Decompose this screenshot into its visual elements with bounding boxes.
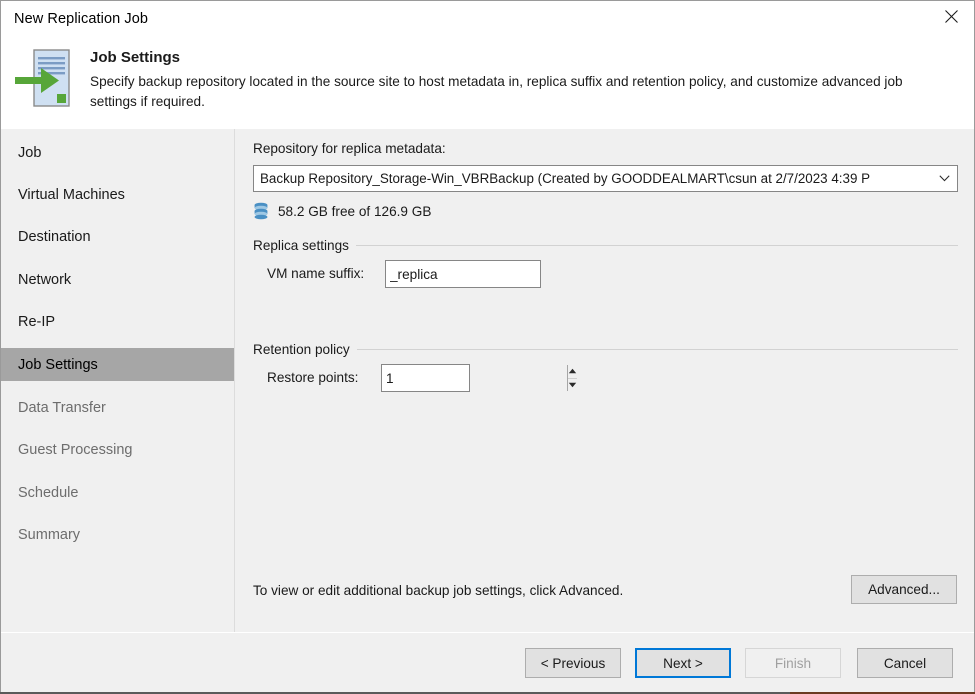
restore-points-stepper[interactable] [381, 364, 577, 392]
close-icon[interactable] [928, 1, 974, 31]
replication-job-glyph [15, 49, 70, 107]
repository-select[interactable]: Backup Repository_Storage-Win_VBRBackup … [253, 165, 958, 192]
finish-button: Finish [745, 648, 841, 678]
title-bar: New Replication Job [1, 1, 974, 39]
sidebar-item-destination[interactable]: Destination [1, 220, 234, 253]
dialog-body: Job Virtual Machines Destination Network… [1, 129, 974, 632]
retention-policy-group-header: Retention policy [253, 340, 958, 358]
sidebar-item-network[interactable]: Network [1, 263, 234, 296]
sidebar-item-summary: Summary [18, 526, 81, 543]
restore-points-label: Restore points: [267, 370, 359, 385]
new-replication-job-dialog: New Replication Job Job Settings Specify… [0, 0, 975, 694]
wizard-step-list: Job Virtual Machines Destination Network… [1, 129, 234, 632]
replication-job-icon [13, 46, 81, 112]
page-title: Job Settings [90, 49, 181, 66]
cancel-button[interactable]: Cancel [857, 648, 953, 678]
dialog-header: Job Settings Specify backup repository l… [1, 39, 974, 129]
sidebar-item-job[interactable]: Job [1, 136, 234, 169]
replica-settings-label: Replica settings [253, 237, 349, 253]
spinner-up-glyph [568, 369, 577, 374]
repository-label: Repository for replica metadata: [253, 141, 446, 156]
repository-selected-value: Backup Repository_Storage-Win_VBRBackup … [260, 171, 871, 186]
sidebar-item-job-settings[interactable]: Job Settings [1, 348, 234, 381]
job-settings-panel: Repository for replica metadata: Backup … [235, 129, 974, 632]
restore-points-input[interactable] [382, 365, 567, 391]
retention-policy-label: Retention policy [253, 341, 350, 357]
close-glyph [944, 9, 958, 23]
replica-settings-group-header: Replica settings [253, 236, 958, 254]
chevron-down-icon[interactable] [931, 166, 957, 191]
repository-free-space: 58.2 GB free of 126.9 GB [253, 201, 431, 221]
sidebar-item-guest-processing: Guest Processing [18, 441, 133, 458]
group-rule [356, 348, 958, 350]
sidebar-item-re-ip[interactable]: Re-IP [1, 305, 234, 338]
disk-stack-icon [254, 202, 268, 219]
page-description: Specify backup repository located in the… [90, 74, 903, 109]
advanced-hint-text: To view or edit additional backup job se… [253, 583, 624, 598]
vm-name-suffix-input[interactable] [385, 260, 541, 288]
advanced-button[interactable]: Advanced... [851, 575, 957, 604]
sidebar-item-schedule: Schedule [18, 484, 79, 501]
window-title: New Replication Job [14, 11, 149, 27]
spinner-down-glyph [568, 382, 577, 387]
vm-name-suffix-label: VM name suffix: [267, 266, 365, 281]
sidebar-item-data-transfer: Data Transfer [18, 399, 106, 416]
group-rule [355, 244, 958, 246]
sidebar-item-virtual-machines[interactable]: Virtual Machines [1, 178, 234, 211]
chevron-down-glyph [938, 175, 950, 182]
dialog-footer: < Previous Next > Finish Cancel [1, 632, 974, 693]
next-button[interactable]: Next > [635, 648, 731, 678]
stepper-buttons [567, 365, 577, 391]
spinner-up-icon[interactable] [568, 365, 577, 379]
previous-button[interactable]: < Previous [525, 648, 621, 678]
spinner-down-icon[interactable] [568, 378, 577, 391]
repository-free-space-text: 58.2 GB free of 126.9 GB [278, 203, 432, 219]
